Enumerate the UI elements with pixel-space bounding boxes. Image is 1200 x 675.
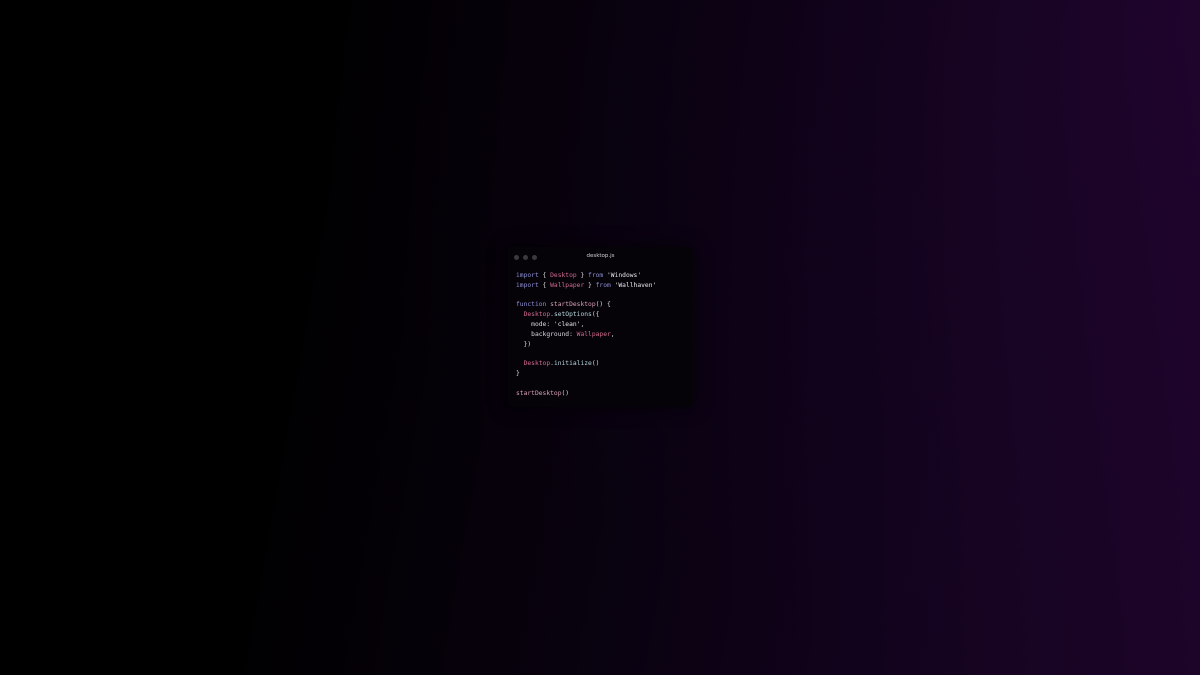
code-token: Desktop (523, 311, 551, 319)
code-token: mode: (516, 320, 554, 328)
code-line: }) (516, 340, 656, 350)
code-token: } (516, 369, 520, 377)
code-line: } (516, 369, 656, 379)
window-titlebar[interactable]: desktop.js (508, 247, 693, 267)
code-line: Desktop.initialize() (516, 359, 656, 369)
code-token: { (538, 281, 551, 289)
code-token: }) (516, 340, 532, 348)
code-token: 'Windows' (603, 272, 642, 279)
code-token: import (516, 281, 539, 289)
code-token: import (516, 272, 539, 279)
code-line: import { Desktop } from 'Windows' (516, 271, 656, 281)
code-token: } (584, 281, 596, 289)
code-token: initialize (553, 360, 592, 368)
code-token: } (576, 272, 589, 279)
window-title: desktop.js (586, 253, 615, 259)
code-token: setOptions (553, 311, 592, 319)
code-token: 'clean' (553, 320, 581, 328)
code-token: startDesktop (550, 301, 596, 309)
code-token: () (561, 389, 570, 397)
code-token: startDesktop (516, 389, 562, 397)
code-token: background: (516, 330, 577, 338)
code-token: Desktop (550, 272, 577, 279)
code-line: mode: 'clean', (516, 320, 656, 330)
code-token: () { (595, 301, 611, 309)
code-token: Wallpaper (576, 330, 611, 338)
code-line: function startDesktop() { (516, 300, 656, 310)
code-token: ({ (591, 311, 600, 319)
code-token: Desktop (523, 360, 551, 368)
code-editor[interactable]: import { Desktop } from 'Windows' import … (516, 271, 656, 398)
code-token: { (538, 272, 551, 279)
code-token: () (591, 360, 600, 368)
code-token: from (595, 281, 611, 289)
code-token: , (580, 320, 585, 328)
code-line: Desktop.setOptions({ (516, 310, 656, 320)
code-window[interactable]: desktop.js import { Desktop } from 'Wind… (508, 247, 693, 407)
code-line: import { Wallpaper } from 'Wallhaven' (516, 281, 656, 291)
code-token: , (610, 330, 615, 338)
code-line: background: Wallpaper, (516, 330, 656, 340)
code-token: Wallpaper (550, 281, 585, 289)
code-token: from (588, 272, 604, 279)
code-line: startDesktop() (516, 389, 656, 399)
code-token: function (516, 301, 547, 309)
code-token: 'Wallhaven' (610, 281, 657, 289)
